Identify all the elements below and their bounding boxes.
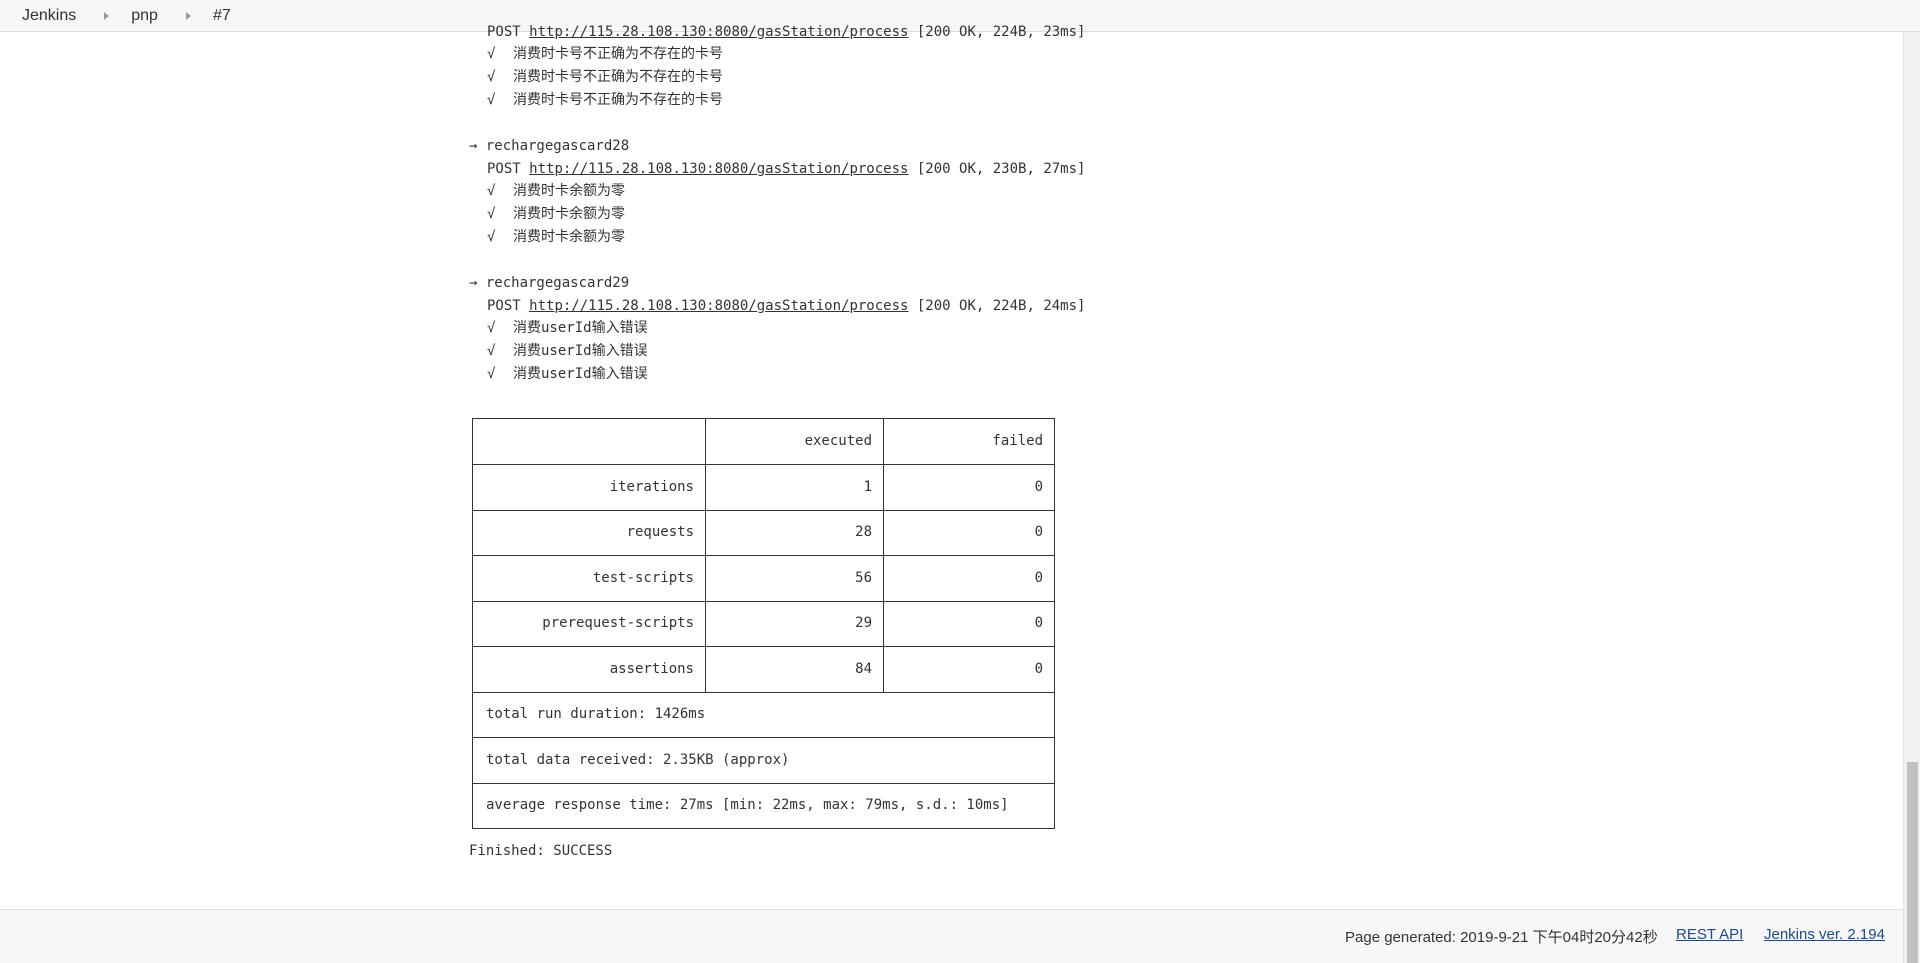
build-result: Finished: SUCCESS: [469, 843, 613, 859]
summary-row-executed: 28: [855, 524, 872, 540]
request-url-link[interactable]: http://115.28.108.130:8080/gasStation/pr…: [529, 161, 908, 177]
console-request-line: POST http://115.28.108.130:8080/gasStati…: [487, 298, 1086, 314]
console-request-name: → rechargegascard29: [469, 275, 630, 291]
console-check-line: √ 消费时卡余额为零: [469, 182, 625, 200]
summary-row-failed: 0: [1034, 479, 1043, 495]
chevron-right-icon[interactable]: [104, 11, 110, 20]
summary-row-label: test-scripts: [592, 570, 694, 586]
console-check-line: √ 消费userId输入错误: [469, 342, 648, 360]
check-icon: √: [487, 320, 496, 336]
console-request-line: POST http://115.28.108.130:8080/gasStati…: [487, 24, 1086, 40]
check-icon: √: [487, 206, 496, 222]
check-icon: √: [487, 183, 496, 199]
console-check-line: √ 消费时卡号不正确为不存在的卡号: [469, 45, 723, 63]
check-icon: √: [487, 46, 496, 62]
summary-row-failed: 0: [1034, 524, 1043, 540]
summary-total-data: total data received: 2.35KB (approx): [486, 752, 790, 768]
jenkins-version-link[interactable]: Jenkins ver. 2.194: [1764, 926, 1885, 943]
summary-row-label: prerequest-scripts: [542, 615, 694, 631]
check-icon: √: [487, 366, 496, 382]
request-url-link[interactable]: http://115.28.108.130:8080/gasStation/pr…: [529, 24, 908, 40]
summary-header-failed: failed: [992, 433, 1043, 449]
page-footer: Page generated: 2019-9-21 下午04时20分42秒 RE…: [0, 909, 1920, 963]
check-icon: √: [487, 343, 496, 359]
console-check-line: √ 消费时卡余额为零: [469, 228, 625, 246]
check-icon: √: [487, 229, 496, 245]
summary-table: executed failed iterations 1 0 requests …: [472, 418, 1055, 830]
breadcrumb-pnp[interactable]: pnp: [131, 7, 158, 25]
summary-row-executed: 84: [855, 661, 872, 677]
console-request-line: POST http://115.28.108.130:8080/gasStati…: [487, 161, 1086, 177]
console-request-name: → rechargegascard28: [469, 138, 630, 154]
console-check-line: √ 消费userId输入错误: [469, 319, 648, 337]
rest-api-link[interactable]: REST API: [1676, 926, 1743, 943]
summary-row-failed: 0: [1034, 661, 1043, 677]
request-url-link[interactable]: http://115.28.108.130:8080/gasStation/pr…: [529, 298, 908, 314]
page-generated-text: Page generated: 2019-9-21 下午04时20分42秒: [1345, 929, 1658, 946]
check-icon: √: [487, 69, 496, 85]
console-check-line: √ 消费userId输入错误: [469, 365, 648, 383]
console-check-line: √ 消费时卡号不正确为不存在的卡号: [469, 91, 723, 109]
summary-total-duration: total run duration: 1426ms: [486, 706, 706, 722]
chevron-right-icon[interactable]: [185, 11, 191, 20]
scrollbar-thumb[interactable]: [1907, 762, 1918, 963]
summary-row-label: requests: [626, 524, 694, 540]
summary-row-executed: 1: [863, 479, 872, 495]
breadcrumb-build-7[interactable]: #7: [213, 7, 231, 25]
summary-average-response: average response time: 27ms [min: 22ms, …: [486, 797, 1009, 813]
summary-row-label: assertions: [609, 661, 694, 677]
console-check-line: √ 消费时卡余额为零: [469, 205, 625, 223]
summary-header-executed: executed: [804, 433, 872, 449]
summary-row-failed: 0: [1034, 570, 1043, 586]
summary-row-failed: 0: [1034, 615, 1043, 631]
breadcrumb-jenkins[interactable]: Jenkins: [22, 7, 76, 25]
summary-row-executed: 56: [855, 570, 872, 586]
check-icon: √: [487, 92, 496, 108]
summary-row-label: iterations: [609, 479, 694, 495]
summary-row-executed: 29: [855, 615, 872, 631]
vertical-scrollbar[interactable]: [1903, 32, 1920, 963]
console-check-line: √ 消费时卡号不正确为不存在的卡号: [469, 68, 723, 86]
